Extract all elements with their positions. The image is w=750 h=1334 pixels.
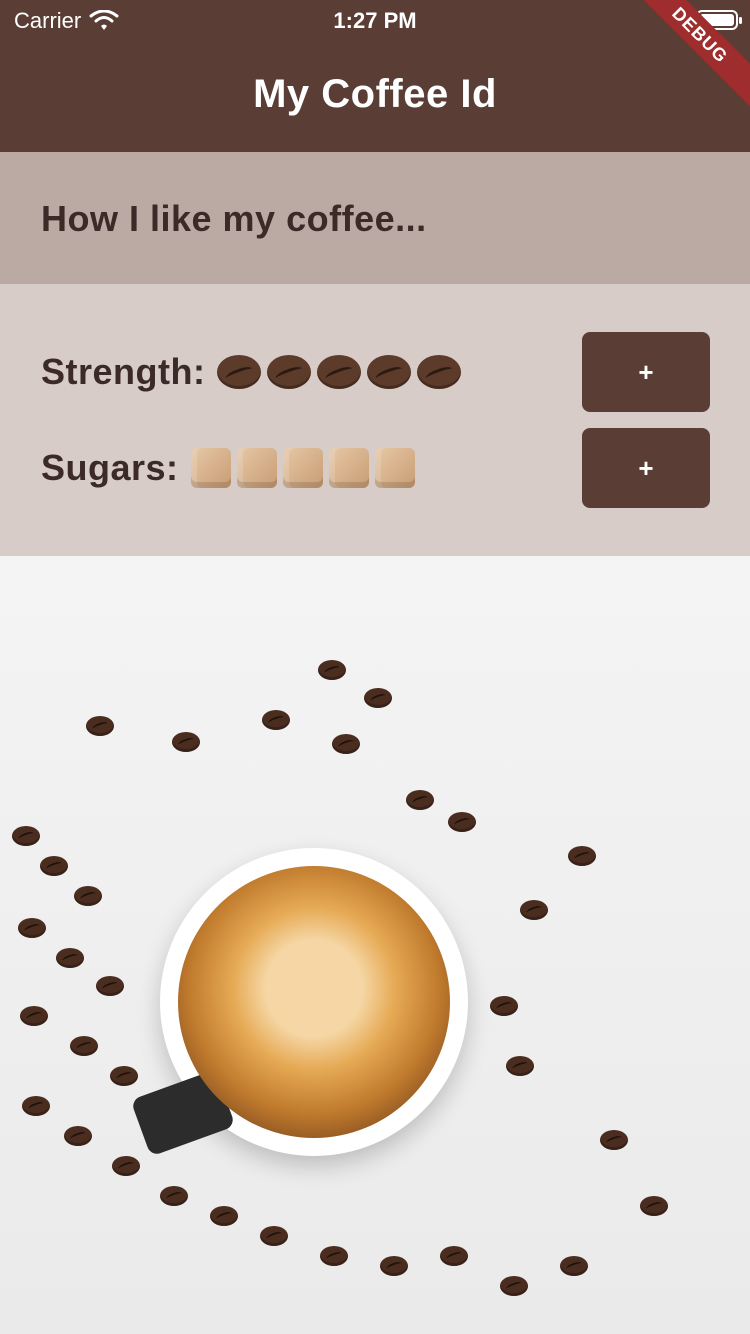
- status-bar: Carrier 1:27 PM: [0, 0, 750, 40]
- coffee-bean-image: [160, 1186, 188, 1206]
- coffee-bean-image: [18, 918, 46, 938]
- coffee-bean-image: [12, 826, 40, 846]
- coffee-bean-image: [318, 660, 346, 680]
- coffee-bean-image: [22, 1096, 50, 1116]
- sugars-increment-button[interactable]: +: [582, 428, 710, 508]
- coffee-bean-image: [20, 1006, 48, 1026]
- coffee-bean-image: [96, 976, 124, 996]
- coffee-bean-icon: [367, 355, 412, 389]
- page-title: My Coffee Id: [253, 72, 497, 116]
- coffee-bean-image: [364, 688, 392, 708]
- coffee-bean-image: [520, 900, 548, 920]
- sugars-label: Sugars:: [41, 447, 179, 488]
- sugar-cube-icon: [190, 448, 231, 488]
- coffee-bean-image: [262, 710, 290, 730]
- coffee-bean-icon: [267, 355, 312, 389]
- coffee-bean-image: [600, 1130, 628, 1150]
- strength-label: Strength:: [41, 351, 206, 392]
- sugar-cube-icon: [328, 448, 369, 488]
- coffee-bean-image: [260, 1226, 288, 1246]
- coffee-bean-image: [506, 1056, 534, 1076]
- sugar-cube-icon: [374, 448, 415, 488]
- coffee-bean-image: [86, 716, 114, 736]
- sugar-cube-icon: [282, 448, 323, 488]
- coffee-bean-image: [64, 1126, 92, 1146]
- sugar-cube-icon: [236, 448, 277, 488]
- coffee-bean-icon: [417, 355, 462, 389]
- intro-section: How I like my coffee...: [0, 152, 750, 284]
- coffee-bean-image: [320, 1246, 348, 1266]
- coffee-bean-image: [380, 1256, 408, 1276]
- coffee-bean-icon: [217, 355, 262, 389]
- coffee-bean-image: [406, 790, 434, 810]
- coffee-bean-image: [332, 734, 360, 754]
- coffee-bean-image: [448, 812, 476, 832]
- app-bar: Carrier 1:27 PM My Coffee Id DEBUG: [0, 0, 750, 152]
- coffee-bean-image: [110, 1066, 138, 1086]
- coffee-bean-image: [490, 996, 518, 1016]
- coffee-bean-image: [40, 856, 68, 876]
- coffee-cup: [130, 848, 468, 1157]
- coffee-bean-image: [440, 1246, 468, 1266]
- coffee-hero-image: [0, 556, 750, 1334]
- strength-beans: [217, 355, 462, 389]
- coffee-bean-image: [112, 1156, 140, 1176]
- coffee-bean-image: [560, 1256, 588, 1276]
- preferences-section: Strength: + Sugars: +: [0, 284, 750, 556]
- strength-row: Strength:: [41, 332, 462, 412]
- coffee-bean-image: [70, 1036, 98, 1056]
- coffee-bean-icon: [317, 355, 362, 389]
- sugars-cubes: [190, 448, 415, 488]
- coffee-bean-image: [568, 846, 596, 866]
- coffee-bean-image: [640, 1196, 668, 1216]
- coffee-bean-image: [210, 1206, 238, 1226]
- intro-label: How I like my coffee...: [41, 198, 427, 239]
- coffee-bean-image: [500, 1276, 528, 1296]
- status-time: 1:27 PM: [333, 8, 417, 33]
- coffee-bean-image: [74, 886, 102, 906]
- sugars-row: Sugars:: [41, 428, 415, 508]
- coffee-crema: [178, 866, 450, 1138]
- strength-increment-button[interactable]: +: [582, 332, 710, 412]
- coffee-bean-image: [172, 732, 200, 752]
- coffee-bean-image: [56, 948, 84, 968]
